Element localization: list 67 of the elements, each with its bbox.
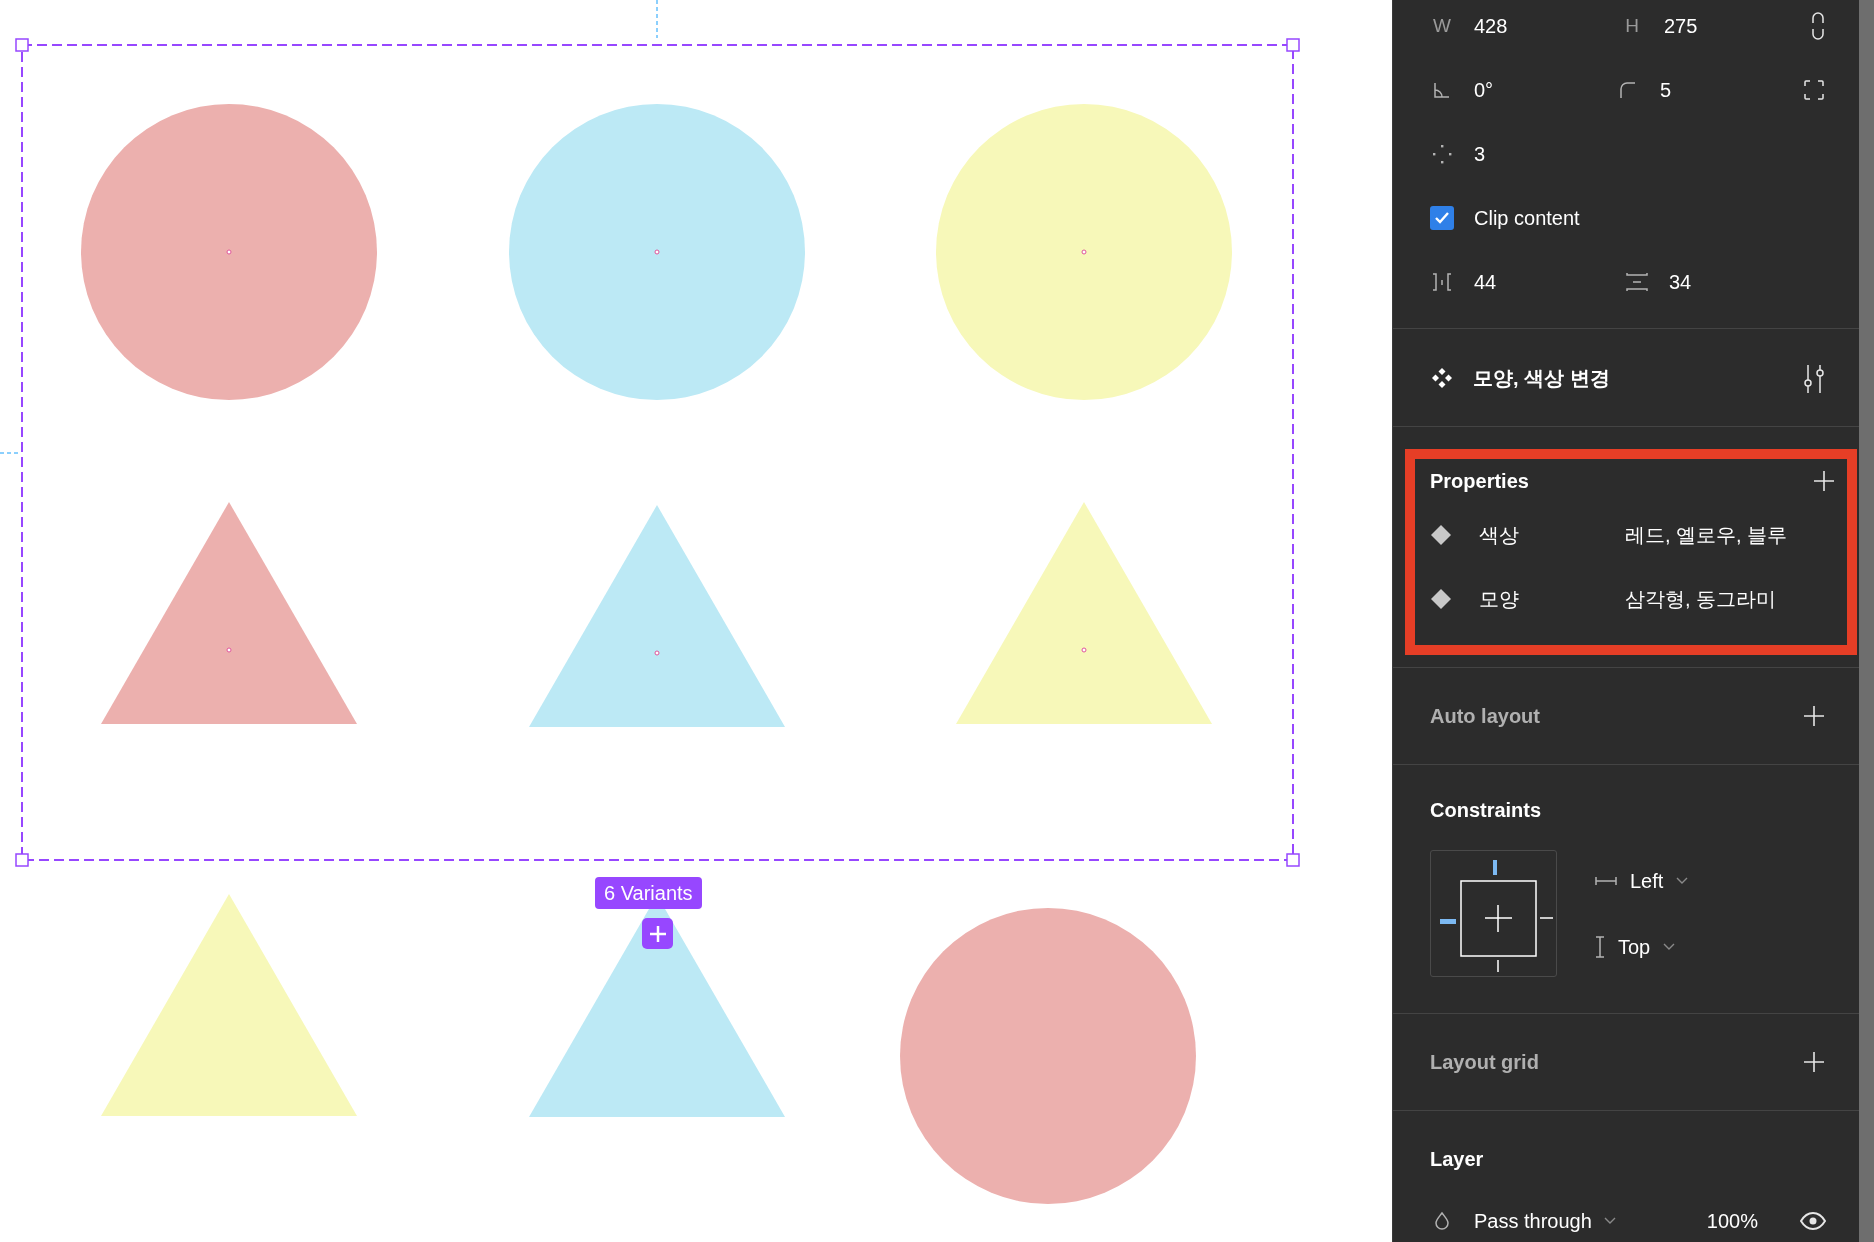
center-point-icon bbox=[1081, 249, 1087, 255]
plus-icon bbox=[1803, 1051, 1825, 1073]
add-button[interactable] bbox=[1802, 704, 1826, 728]
property-name: 모양 bbox=[1479, 587, 1520, 612]
link-icon bbox=[1810, 12, 1826, 40]
sliders-icon bbox=[1802, 362, 1826, 393]
height-value: 275 bbox=[1664, 14, 1698, 39]
center-point-icon bbox=[226, 647, 232, 653]
plus-icon bbox=[1803, 705, 1825, 727]
resize-handle[interactable] bbox=[1286, 38, 1300, 52]
variants-badge: 6 Variants bbox=[595, 877, 702, 909]
dotted-circle-icon bbox=[1430, 142, 1454, 166]
chevron-down-icon bbox=[1663, 942, 1676, 951]
property-name: 색상 bbox=[1479, 523, 1520, 548]
resize-handle[interactable] bbox=[1286, 853, 1300, 867]
vertical-constraint-icon bbox=[1595, 935, 1605, 958]
vertical-constraint-dropdown[interactable]: Top bbox=[1595, 931, 1689, 962]
component-name: 모양, 색상 변경 bbox=[1473, 365, 1610, 391]
guide-line bbox=[0, 452, 19, 454]
eye-icon bbox=[1800, 1211, 1826, 1231]
section-title: Constraints bbox=[1430, 799, 1542, 821]
height-label: H bbox=[1624, 13, 1640, 38]
component-settings-button[interactable] bbox=[1802, 362, 1826, 393]
section-title: Layer bbox=[1430, 1148, 1484, 1170]
diamond-icon bbox=[1430, 524, 1452, 546]
center-point-icon bbox=[654, 650, 660, 656]
horizontal-spacing-icon bbox=[1430, 270, 1454, 294]
opacity-value: 100% bbox=[1706, 1209, 1758, 1234]
horizontal-spacing-value: 44 bbox=[1474, 270, 1497, 295]
center-point-icon bbox=[654, 249, 660, 255]
corners-icon bbox=[1802, 78, 1826, 102]
visibility-button[interactable] bbox=[1800, 1211, 1826, 1231]
scrollbar[interactable] bbox=[1859, 0, 1874, 1242]
chevron-down-icon bbox=[1603, 1217, 1616, 1225]
vertical-spacing-icon bbox=[1625, 270, 1649, 294]
width-value: 428 bbox=[1474, 14, 1508, 39]
resize-handle[interactable] bbox=[15, 38, 29, 52]
diamond-icon bbox=[1430, 588, 1452, 610]
horizontal-constraint-dropdown[interactable]: Left bbox=[1595, 865, 1689, 896]
center-point-icon bbox=[1081, 647, 1087, 653]
clip-content-checkbox[interactable]: Clip content bbox=[1430, 203, 1580, 233]
check-icon bbox=[1434, 211, 1450, 225]
center-point-icon bbox=[226, 249, 232, 255]
property-values: 레드, 옐로우, 블루 bbox=[1625, 523, 1788, 548]
component-set-icon bbox=[1430, 365, 1454, 390]
chevron-down-icon bbox=[1676, 876, 1689, 885]
add-button[interactable] bbox=[1802, 1050, 1826, 1074]
point-count-value: 3 bbox=[1474, 142, 1486, 167]
checkbox[interactable] bbox=[1430, 206, 1454, 230]
constrain-proportions-button[interactable] bbox=[1810, 12, 1826, 40]
width-label: W bbox=[1432, 13, 1452, 38]
corner-radius-value: 5 bbox=[1660, 78, 1672, 103]
guide-line bbox=[656, 0, 658, 39]
section-title: Auto layout bbox=[1430, 704, 1540, 729]
section-title: Properties bbox=[1430, 469, 1529, 494]
section-title: Layout grid bbox=[1430, 1050, 1539, 1075]
independent-corners-button[interactable] bbox=[1802, 78, 1826, 102]
resize-handle[interactable] bbox=[15, 853, 29, 867]
blend-mode-dropdown[interactable]: Pass through bbox=[1474, 1206, 1616, 1236]
add-button[interactable] bbox=[1812, 469, 1836, 493]
plus-icon bbox=[1813, 470, 1835, 492]
vertical-spacing-value: 34 bbox=[1669, 270, 1692, 295]
rotation-value: 0° bbox=[1474, 78, 1494, 103]
property-values: 삼각형, 동그라미 bbox=[1625, 587, 1777, 612]
horizontal-constraint-icon bbox=[1595, 875, 1617, 886]
add-variant-button[interactable] bbox=[642, 918, 673, 949]
plus-icon bbox=[647, 923, 668, 944]
